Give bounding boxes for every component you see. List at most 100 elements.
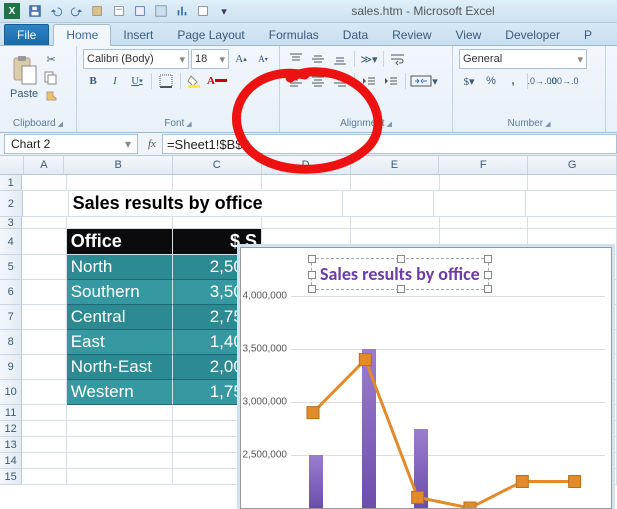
cell[interactable] xyxy=(67,437,173,453)
qat-item[interactable] xyxy=(89,2,107,20)
row-header[interactable]: 7 xyxy=(0,305,22,330)
cell[interactable] xyxy=(173,175,262,191)
cell[interactable]: Western xyxy=(67,380,173,405)
shrink-font-icon[interactable]: A▾ xyxy=(253,49,273,69)
cell[interactable] xyxy=(22,305,66,330)
row-header[interactable]: 12 xyxy=(0,421,22,437)
wrap-text-icon[interactable] xyxy=(388,49,408,69)
col-header[interactable]: B xyxy=(64,156,172,174)
col-header[interactable]: C xyxy=(173,156,262,174)
cell[interactable] xyxy=(440,217,529,229)
select-all-corner[interactable] xyxy=(0,156,24,174)
cell[interactable] xyxy=(173,217,262,229)
row-header[interactable]: 13 xyxy=(0,437,22,453)
decrease-decimal-icon[interactable]: .00→.0 xyxy=(554,71,574,91)
row-header[interactable]: 14 xyxy=(0,453,22,469)
redo-icon[interactable] xyxy=(68,2,86,20)
copy-icon[interactable] xyxy=(42,69,60,87)
cell[interactable] xyxy=(22,405,66,421)
underline-icon[interactable]: U▾ xyxy=(127,71,147,91)
chart-plot-area[interactable] xyxy=(291,296,605,508)
number-format-select[interactable]: General▾ xyxy=(459,49,587,69)
fill-color-icon[interactable] xyxy=(185,71,205,91)
cell[interactable] xyxy=(22,469,66,485)
row-header[interactable]: 10 xyxy=(0,380,22,405)
cell[interactable] xyxy=(434,191,525,217)
tab-formulas[interactable]: Formulas xyxy=(257,25,331,45)
col-header[interactable]: G xyxy=(528,156,617,174)
qat-item[interactable] xyxy=(110,2,128,20)
col-header[interactable]: F xyxy=(439,156,528,174)
cell[interactable]: Office xyxy=(67,229,173,255)
cell[interactable]: Sales results by office xyxy=(69,191,343,217)
cell[interactable] xyxy=(440,175,529,191)
cell[interactable] xyxy=(528,217,617,229)
cell[interactable] xyxy=(67,469,173,485)
align-bottom-icon[interactable] xyxy=(330,49,350,69)
save-icon[interactable] xyxy=(26,2,44,20)
align-middle-icon[interactable] xyxy=(308,49,328,69)
align-top-icon[interactable] xyxy=(286,49,306,69)
cell[interactable] xyxy=(343,191,434,217)
qat-item[interactable] xyxy=(194,2,212,20)
align-right-icon[interactable] xyxy=(330,71,350,91)
orientation-icon[interactable]: ≫▾ xyxy=(359,49,379,69)
format-painter-icon[interactable] xyxy=(42,88,60,106)
embedded-chart[interactable]: Sales results by office 2,500,0003,000,0… xyxy=(240,247,612,509)
cell[interactable] xyxy=(262,175,351,191)
cell[interactable] xyxy=(22,229,66,255)
cell[interactable] xyxy=(528,175,617,191)
row-header[interactable]: 6 xyxy=(0,280,22,305)
row-header[interactable]: 11 xyxy=(0,405,22,421)
chart-title[interactable]: Sales results by office xyxy=(311,258,489,290)
cell[interactable] xyxy=(67,421,173,437)
cut-icon[interactable]: ✂ xyxy=(42,50,60,68)
qat-item[interactable] xyxy=(131,2,149,20)
increase-indent-icon[interactable] xyxy=(381,71,401,91)
col-header[interactable]: E xyxy=(351,156,440,174)
qat-item[interactable] xyxy=(152,2,170,20)
row-header[interactable]: 3 xyxy=(0,217,22,229)
row-header[interactable]: 9 xyxy=(0,355,22,380)
tab-developer[interactable]: Developer xyxy=(493,25,572,45)
cell[interactable] xyxy=(67,175,173,191)
col-header[interactable]: A xyxy=(24,156,64,174)
name-box[interactable]: Chart 2▾ xyxy=(4,134,138,154)
cell[interactable] xyxy=(22,355,66,380)
accounting-format-icon[interactable]: $▾ xyxy=(459,71,479,91)
comma-format-icon[interactable]: , xyxy=(503,71,523,91)
font-color-icon[interactable]: A xyxy=(207,71,227,91)
border-icon[interactable] xyxy=(156,71,176,91)
merge-center-icon[interactable]: ▾ xyxy=(410,71,438,91)
row-header[interactable]: 1 xyxy=(0,175,22,191)
tab-more[interactable]: P xyxy=(572,25,604,45)
cell[interactable] xyxy=(67,217,173,229)
decrease-indent-icon[interactable] xyxy=(359,71,379,91)
cell[interactable]: Southern xyxy=(67,280,173,305)
grow-font-icon[interactable]: A▴ xyxy=(231,49,251,69)
cell[interactable] xyxy=(22,175,66,191)
cell[interactable] xyxy=(22,380,66,405)
row-header[interactable]: 8 xyxy=(0,330,22,355)
cell[interactable]: Central xyxy=(67,305,173,330)
qat-item[interactable] xyxy=(173,2,191,20)
undo-icon[interactable] xyxy=(47,2,65,20)
tab-insert[interactable]: Insert xyxy=(111,25,165,45)
cell[interactable] xyxy=(22,421,66,437)
cell[interactable] xyxy=(351,217,440,229)
bold-icon[interactable]: B xyxy=(83,71,103,91)
cell[interactable] xyxy=(22,437,66,453)
percent-format-icon[interactable]: % xyxy=(481,71,501,91)
tab-page-layout[interactable]: Page Layout xyxy=(165,25,256,45)
cell[interactable] xyxy=(23,191,69,217)
chart-line-series[interactable] xyxy=(291,296,605,508)
cell[interactable] xyxy=(22,330,66,355)
cell[interactable] xyxy=(351,175,440,191)
fx-button[interactable]: fx xyxy=(142,138,162,150)
font-size-select[interactable]: 18▾ xyxy=(191,49,229,69)
cell[interactable] xyxy=(526,191,617,217)
font-name-select[interactable]: Calibri (Body)▾ xyxy=(83,49,189,69)
row-header[interactable]: 2 xyxy=(0,191,23,217)
align-center-icon[interactable] xyxy=(308,71,328,91)
cell[interactable]: North-East xyxy=(67,355,173,380)
